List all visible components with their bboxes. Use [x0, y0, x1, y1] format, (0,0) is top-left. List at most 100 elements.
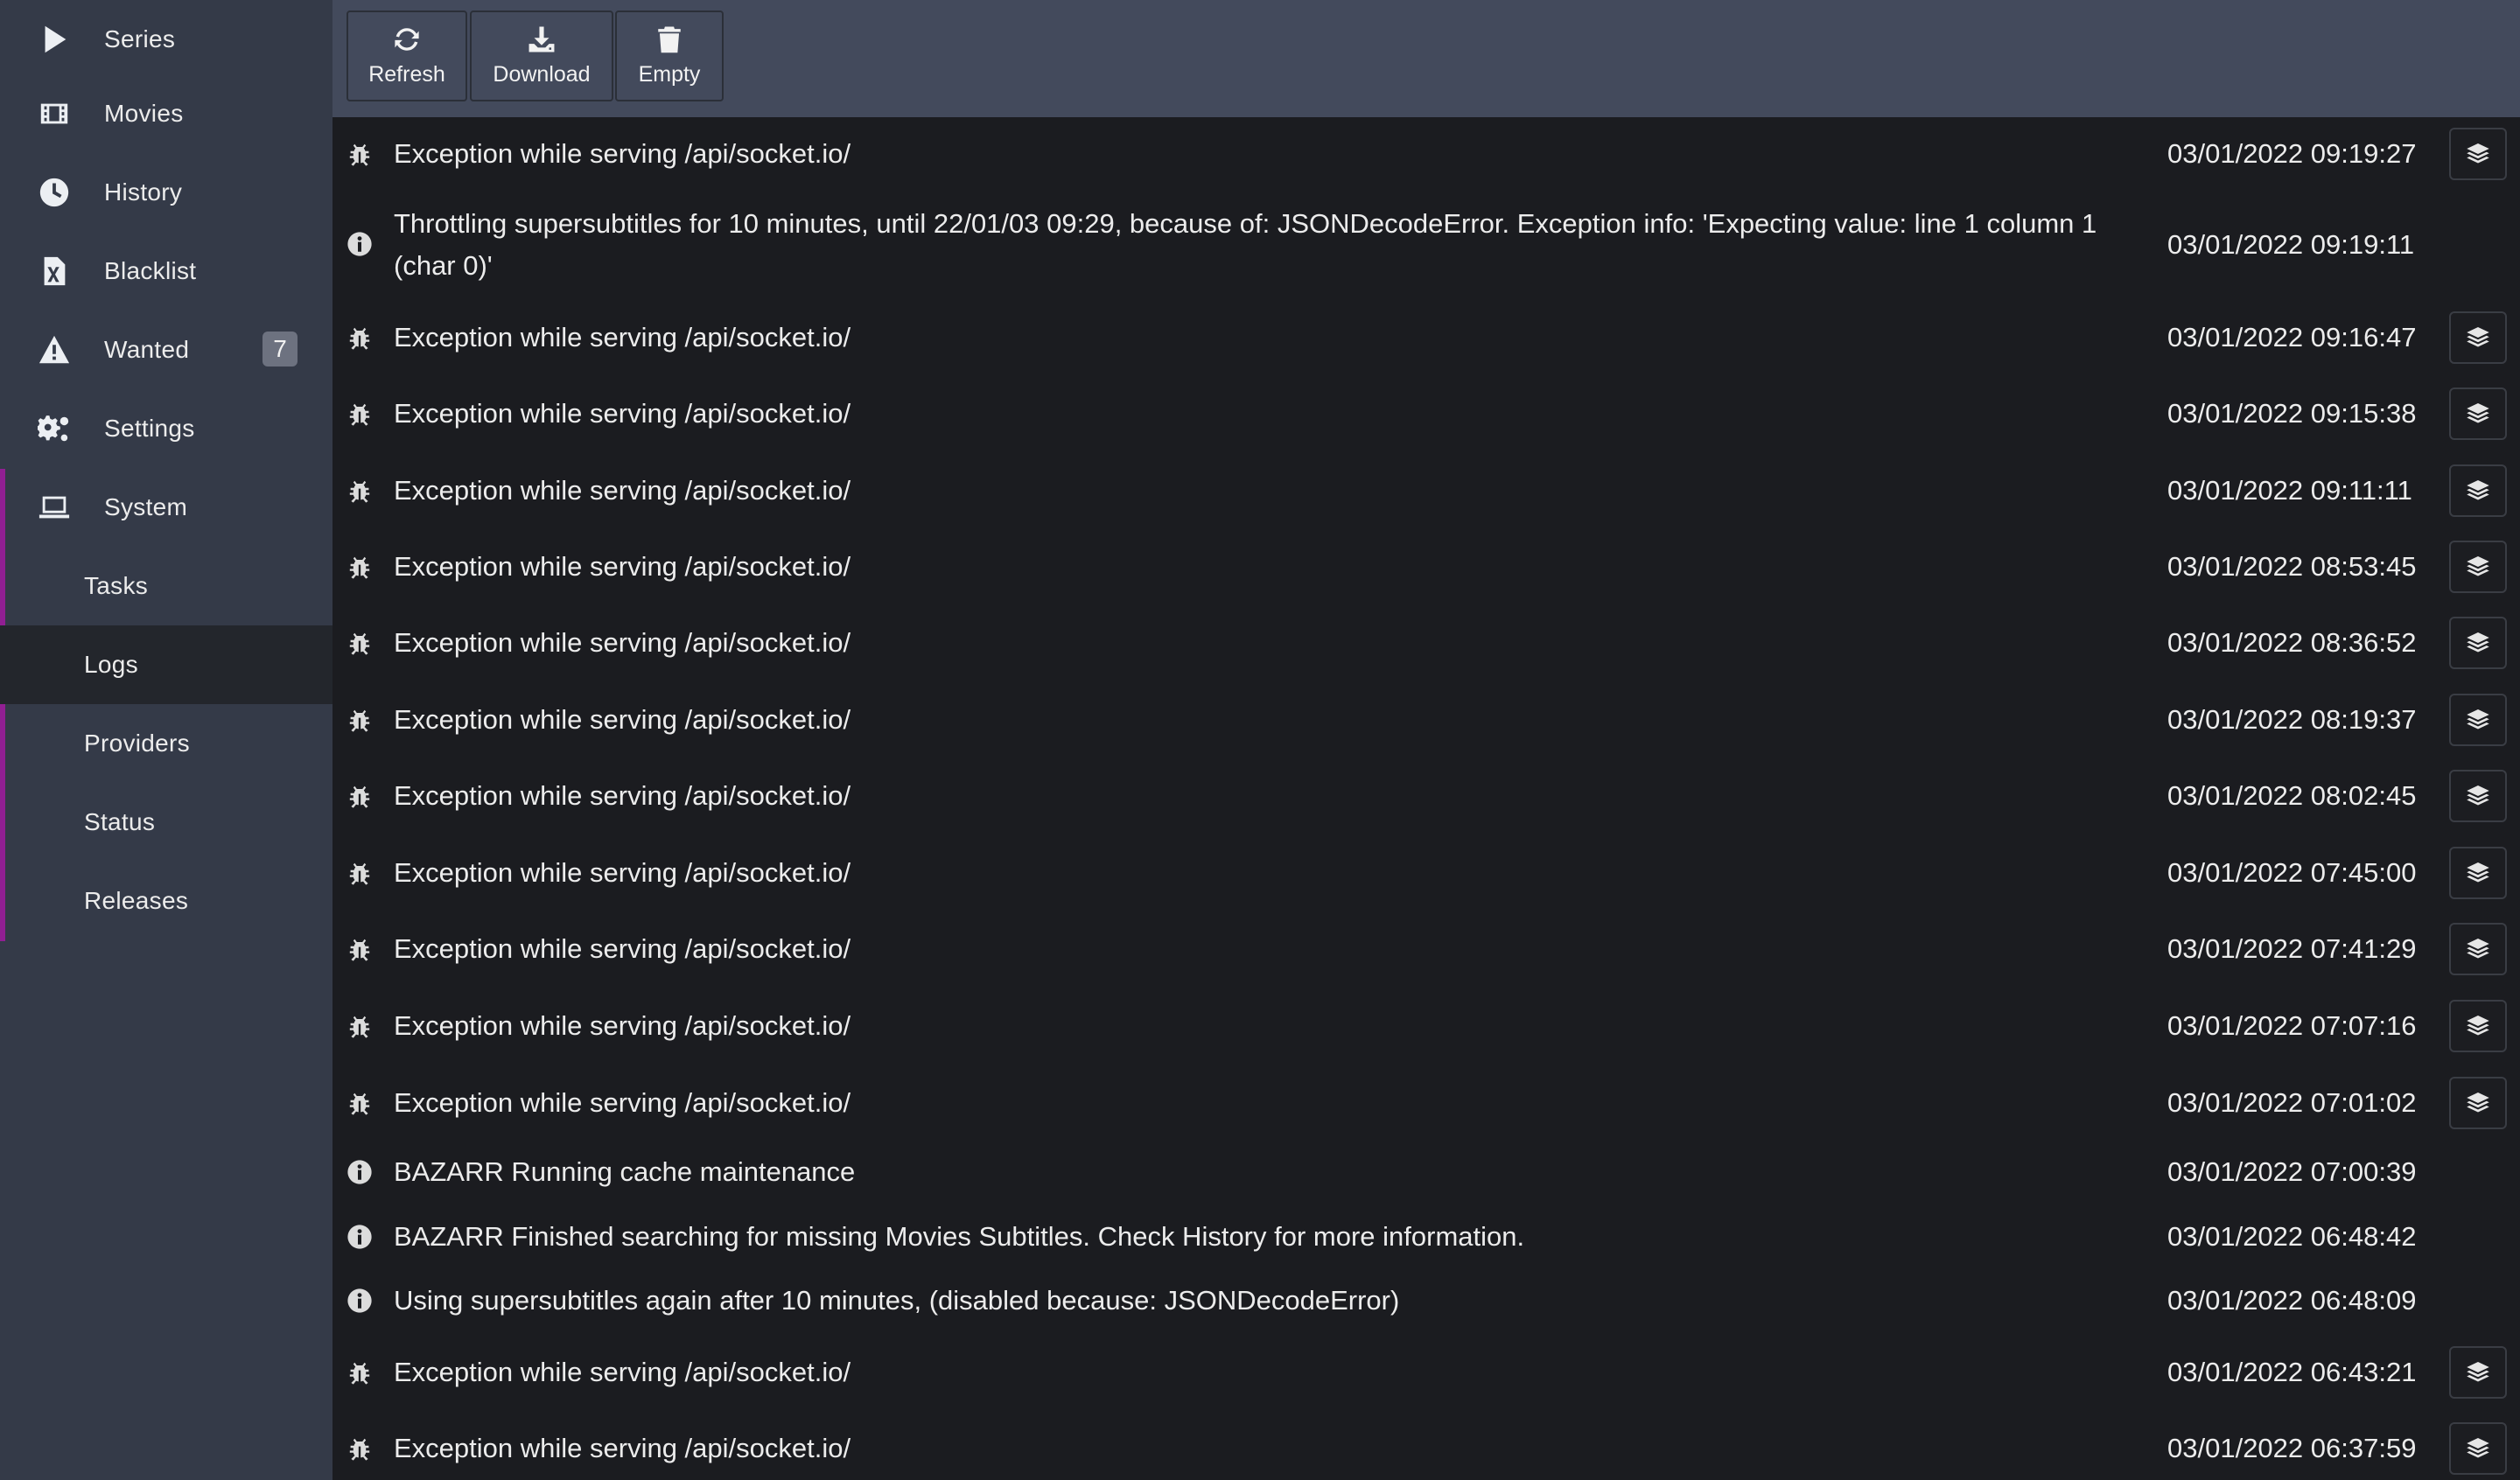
log-message: Exception while serving /api/socket.io/ [394, 704, 851, 735]
sidebar-item-wanted[interactable]: Wanted 7 [0, 311, 332, 389]
log-detail-button[interactable] [2449, 464, 2507, 517]
trash-icon [658, 26, 681, 53]
bug-icon [343, 779, 376, 813]
log-timestamp: 03/01/2022 08:19:37 [2167, 704, 2417, 735]
sidebar-item-tasks[interactable]: Tasks [0, 547, 332, 625]
sidebar-item-label: Providers [84, 730, 190, 757]
sidebar-item-history[interactable]: History [0, 153, 332, 232]
bug-icon [343, 1356, 376, 1389]
log-timestamp: 03/01/2022 06:43:21 [2167, 1357, 2417, 1387]
log-detail-button[interactable] [2449, 1077, 2507, 1129]
log-timestamp: 03/01/2022 07:45:00 [2167, 857, 2417, 888]
empty-button[interactable]: Empty [615, 10, 724, 101]
sidebar-item-label: Wanted [104, 336, 190, 363]
log-detail-button[interactable] [2449, 1000, 2507, 1052]
log-timestamp: 03/01/2022 06:37:59 [2167, 1433, 2417, 1463]
sidebar-item-settings[interactable]: Settings [0, 389, 332, 468]
bug-icon [343, 1086, 376, 1120]
log-timestamp: 03/01/2022 07:07:16 [2167, 1010, 2417, 1041]
log-message: BAZARR Finished searching for missing Mo… [394, 1221, 1525, 1252]
sidebar-item-label: Tasks [84, 572, 149, 599]
bug-icon [343, 474, 376, 507]
sidebar-item-label: History [104, 178, 183, 206]
log-message: Exception while serving /api/socket.io/ [394, 857, 851, 888]
log-detail-button[interactable] [2449, 770, 2507, 822]
log-timestamp: 03/01/2022 06:48:09 [2167, 1285, 2417, 1316]
log-timestamp: 03/01/2022 09:19:27 [2167, 138, 2417, 169]
log-message: BAZARR Running cache maintenance [394, 1156, 856, 1187]
layers-icon [2467, 1362, 2489, 1382]
log-message: Exception while serving /api/socket.io/ [394, 322, 851, 353]
log-message: Exception while serving /api/socket.io/ [394, 398, 851, 429]
layers-icon [2467, 1016, 2489, 1036]
log-detail-button[interactable] [2449, 128, 2507, 180]
warning-icon [37, 332, 72, 367]
sidebar-item-label: Movies [104, 100, 184, 127]
log-detail-button[interactable] [2449, 694, 2507, 746]
download-icon [528, 26, 555, 52]
refresh-button[interactable]: Refresh [346, 10, 467, 101]
sidebar-item-providers[interactable]: Providers [0, 704, 332, 783]
film-icon [37, 96, 72, 131]
bug-icon [343, 137, 376, 171]
log-message: Exception while serving /api/socket.io/ [394, 1087, 851, 1118]
layers-icon [2467, 939, 2489, 959]
sidebar-item-label: Logs [84, 651, 138, 678]
layers-icon [2467, 709, 2489, 730]
log-detail-button[interactable] [2449, 1346, 2507, 1399]
play-icon [37, 22, 72, 57]
info-icon [343, 1155, 376, 1189]
sidebar-item-blacklist[interactable]: Blacklist [0, 232, 332, 311]
laptop-icon [37, 490, 72, 525]
log-detail-button[interactable] [2449, 923, 2507, 975]
sidebar-item-label: Blacklist [104, 257, 197, 284]
layers-icon [2467, 785, 2489, 806]
log-message: Exception while serving /api/socket.io/ [394, 1010, 851, 1041]
toolbar: Refresh Download Empty [332, 0, 2520, 117]
log-timestamp: 03/01/2022 06:48:42 [2167, 1221, 2417, 1252]
log-detail-button[interactable] [2449, 1422, 2507, 1475]
empty-label: Empty [638, 62, 701, 87]
download-label: Download [493, 62, 591, 87]
layers-icon [2467, 862, 2489, 883]
log-message: Exception while serving /api/socket.io/ [394, 627, 851, 658]
layers-icon [2467, 327, 2489, 347]
bug-icon [343, 397, 376, 430]
log-detail-button[interactable] [2449, 311, 2507, 364]
log-detail-button[interactable] [2449, 541, 2507, 593]
download-button[interactable]: Download [470, 10, 613, 101]
sidebar-item-logs[interactable]: Logs [0, 625, 332, 704]
bug-icon [343, 932, 376, 966]
log-timestamp: 03/01/2022 07:41:29 [2167, 933, 2417, 964]
log-message: Using supersubtitles again after 10 minu… [394, 1285, 1400, 1316]
layers-icon [2467, 1093, 2489, 1113]
log-detail-button[interactable] [2449, 387, 2507, 440]
sidebar-item-releases[interactable]: Releases [0, 862, 332, 940]
log-timestamp: 03/01/2022 09:15:38 [2167, 398, 2417, 429]
log-timestamp: 03/01/2022 09:19:11 [2167, 229, 2415, 260]
sidebar-item-system[interactable]: System [0, 468, 332, 547]
clock-icon [37, 175, 72, 210]
log-message: Exception while serving /api/socket.io/ [394, 780, 851, 811]
sidebar-item-status[interactable]: Status [0, 783, 332, 862]
log-timestamp: 03/01/2022 08:02:45 [2167, 780, 2417, 811]
sidebar-item-label: Status [84, 808, 156, 835]
bug-icon [343, 1009, 376, 1043]
sidebar-item-movies[interactable]: Movies [0, 74, 332, 153]
file-excel-icon [37, 254, 72, 289]
info-icon [343, 1220, 376, 1253]
layers-icon [2467, 556, 2489, 576]
log-detail-button[interactable] [2449, 617, 2507, 669]
sidebar: Series Movies History Blacklist Wanted 7… [0, 0, 332, 1480]
log-message: Exception while serving /api/socket.io/ [394, 933, 851, 964]
bug-icon [343, 321, 376, 354]
log-message: Exception while serving /api/socket.io/ [394, 551, 851, 582]
sidebar-item-label: Releases [84, 887, 189, 914]
bug-icon [343, 1432, 376, 1465]
log-detail-button[interactable] [2449, 847, 2507, 899]
info-icon [343, 1284, 376, 1317]
sidebar-item-series[interactable]: Series [0, 0, 332, 79]
refresh-icon [395, 28, 419, 51]
wanted-count-badge: 7 [262, 332, 298, 367]
log-timestamp: 03/01/2022 07:01:02 [2167, 1087, 2417, 1118]
